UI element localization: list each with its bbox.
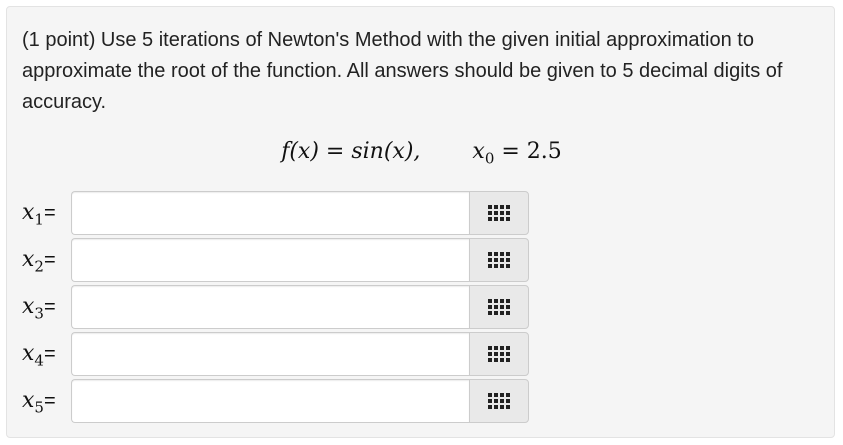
initial-approx-var: x <box>472 139 485 164</box>
problem-panel: (1 point) Use 5 iterations of Newton's M… <box>6 6 835 438</box>
equation-palette-button-x3[interactable] <box>469 285 529 329</box>
answer-row-x3: x3= <box>22 285 542 329</box>
equation-palette-button-x1[interactable] <box>469 191 529 235</box>
answer-label-x4: x4= <box>22 341 56 370</box>
equation-palette-button-x5[interactable] <box>469 379 529 423</box>
answer-input-x1[interactable] <box>71 191 469 235</box>
grid-icon <box>488 299 510 315</box>
equation-palette-button-x2[interactable] <box>469 238 529 282</box>
equation-palette-button-x4[interactable] <box>469 332 529 376</box>
answer-label-x5: x5= <box>22 388 56 417</box>
answer-row-x5: x5= <box>22 379 542 423</box>
grid-icon <box>488 393 510 409</box>
problem-statement: (1 point) Use 5 iterations of Newton's M… <box>22 29 783 113</box>
answer-row-x4: x4= <box>22 332 542 376</box>
answer-input-x5[interactable] <box>71 379 469 423</box>
initial-approx-value: = 2.5 <box>494 139 562 164</box>
answer-row-x1: x1= <box>22 191 542 235</box>
answer-input-x4[interactable] <box>71 332 469 376</box>
answer-row-x2: x2= <box>22 238 542 282</box>
grid-icon <box>488 252 510 268</box>
answer-label-x2: x2= <box>22 247 56 276</box>
grid-icon <box>488 205 510 221</box>
answer-label-x3: x3= <box>22 294 56 323</box>
answer-input-x2[interactable] <box>71 238 469 282</box>
grid-icon <box>488 346 510 362</box>
initial-approx-sub: 0 <box>484 149 495 168</box>
answer-input-x3[interactable] <box>71 285 469 329</box>
function-formula: f(x) = sin(x), x0 = 2.5 <box>7 139 836 167</box>
answer-label-x1: x1= <box>22 200 56 229</box>
function-definition: f(x) = sin(x), <box>281 139 421 164</box>
